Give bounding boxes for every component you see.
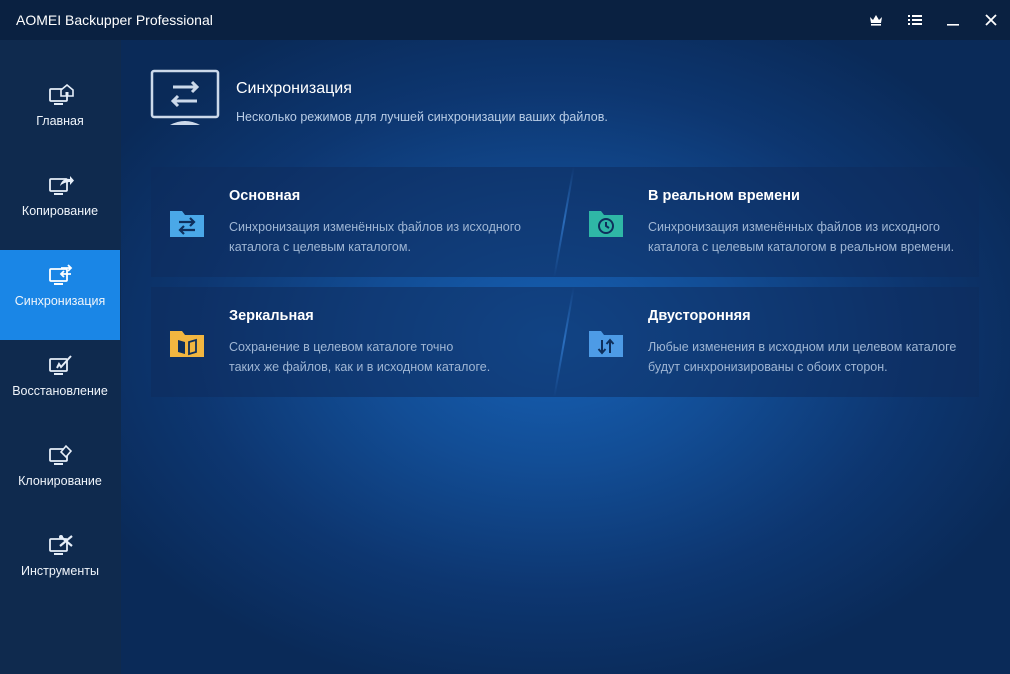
card-description: Любые изменения в исходном или целевом к… <box>648 337 968 377</box>
sidebar: Главная Копирование Синхронизация Восста… <box>0 40 122 674</box>
backup-icon <box>49 176 74 195</box>
crown-icon[interactable] <box>864 8 888 32</box>
sidebar-item-label: Клонирование <box>18 474 102 488</box>
sidebar-item-backup[interactable]: Копирование <box>0 160 120 250</box>
minimize-icon[interactable] <box>941 8 965 32</box>
close-icon[interactable] <box>979 8 1003 32</box>
realtime-sync-icon <box>589 211 623 237</box>
main-panel: Синхронизация Несколько режимов для лучш… <box>121 40 1010 674</box>
basic-sync-icon <box>170 211 204 237</box>
card-desc-line: Сохранение в целевом каталоге точно <box>229 340 454 354</box>
card-description: Синхронизация изменённых файлов из исход… <box>648 217 968 257</box>
basic-sync-card[interactable]: Основная Синхронизация изменённых файлов… <box>151 167 565 277</box>
page-subtitle: Несколько режимов для лучшей синхронизац… <box>236 110 608 124</box>
menu-icon[interactable] <box>903 8 927 32</box>
home-icon <box>49 84 74 105</box>
sidebar-item-label: Инструменты <box>21 564 99 578</box>
realtime-sync-card[interactable]: В реальном времени Синхронизация изменён… <box>570 167 984 277</box>
sidebar-item-tools[interactable]: Инструменты <box>0 520 120 610</box>
two-way-sync-icon <box>589 331 623 357</box>
card-title: Основная <box>229 188 301 204</box>
app-title: AOMEI Backupper Professional <box>16 12 213 28</box>
sidebar-item-restore[interactable]: Восстановление <box>0 340 120 430</box>
sidebar-item-label: Главная <box>36 114 84 128</box>
page-title: Синхронизация <box>236 80 352 97</box>
tools-icon <box>49 535 73 555</box>
sidebar-item-label: Копирование <box>21 204 99 218</box>
restore-icon <box>49 355 72 375</box>
card-title: Зеркальная <box>229 308 314 324</box>
card-desc-line: Синхронизация изменённых файлов из исход… <box>648 220 940 234</box>
sidebar-item-label: Синхронизация <box>14 294 106 308</box>
card-row: Основная Синхронизация изменённых файлов… <box>151 167 979 277</box>
sidebar-item-clone[interactable]: Клонирование <box>0 430 120 520</box>
card-desc-line: каталога с целевым каталогом. <box>229 240 411 254</box>
sync-icon <box>49 264 73 285</box>
card-desc-line: каталога с целевым каталогом в реальном … <box>648 240 955 254</box>
card-title: В реальном времени <box>648 188 800 204</box>
card-desc-line: будут синхронизированы с обоих сторон. <box>648 360 888 374</box>
sidebar-item-sync[interactable]: Синхронизация <box>0 250 120 340</box>
mirror-sync-icon <box>170 331 204 357</box>
card-description: Сохранение в целевом каталоге точно таки… <box>229 337 549 377</box>
card-desc-line: Синхронизация изменённых файлов из исход… <box>229 220 521 234</box>
card-desc-line: таких же файлов, как и в исходном катало… <box>229 360 491 374</box>
sidebar-item-label: Восстановление <box>12 384 108 398</box>
clone-icon <box>49 444 73 465</box>
card-desc-line: Любые изменения в исходном или целевом к… <box>648 340 957 354</box>
card-title: Двусторонняя <box>648 308 751 324</box>
two-way-sync-card[interactable]: Двусторонняя Любые изменения в исходном … <box>570 287 984 397</box>
mirror-sync-card[interactable]: Зеркальная Сохранение в целевом каталоге… <box>151 287 565 397</box>
app-window: AOMEI Backupper Professional Главная Коп… <box>0 0 1010 674</box>
card-description: Синхронизация изменённых файлов из исход… <box>229 217 549 257</box>
sidebar-item-home[interactable]: Главная <box>0 70 120 160</box>
card-row: Зеркальная Сохранение в целевом каталоге… <box>151 287 979 397</box>
title-bar: AOMEI Backupper Professional <box>0 0 1010 40</box>
sync-header-icon <box>150 69 220 125</box>
